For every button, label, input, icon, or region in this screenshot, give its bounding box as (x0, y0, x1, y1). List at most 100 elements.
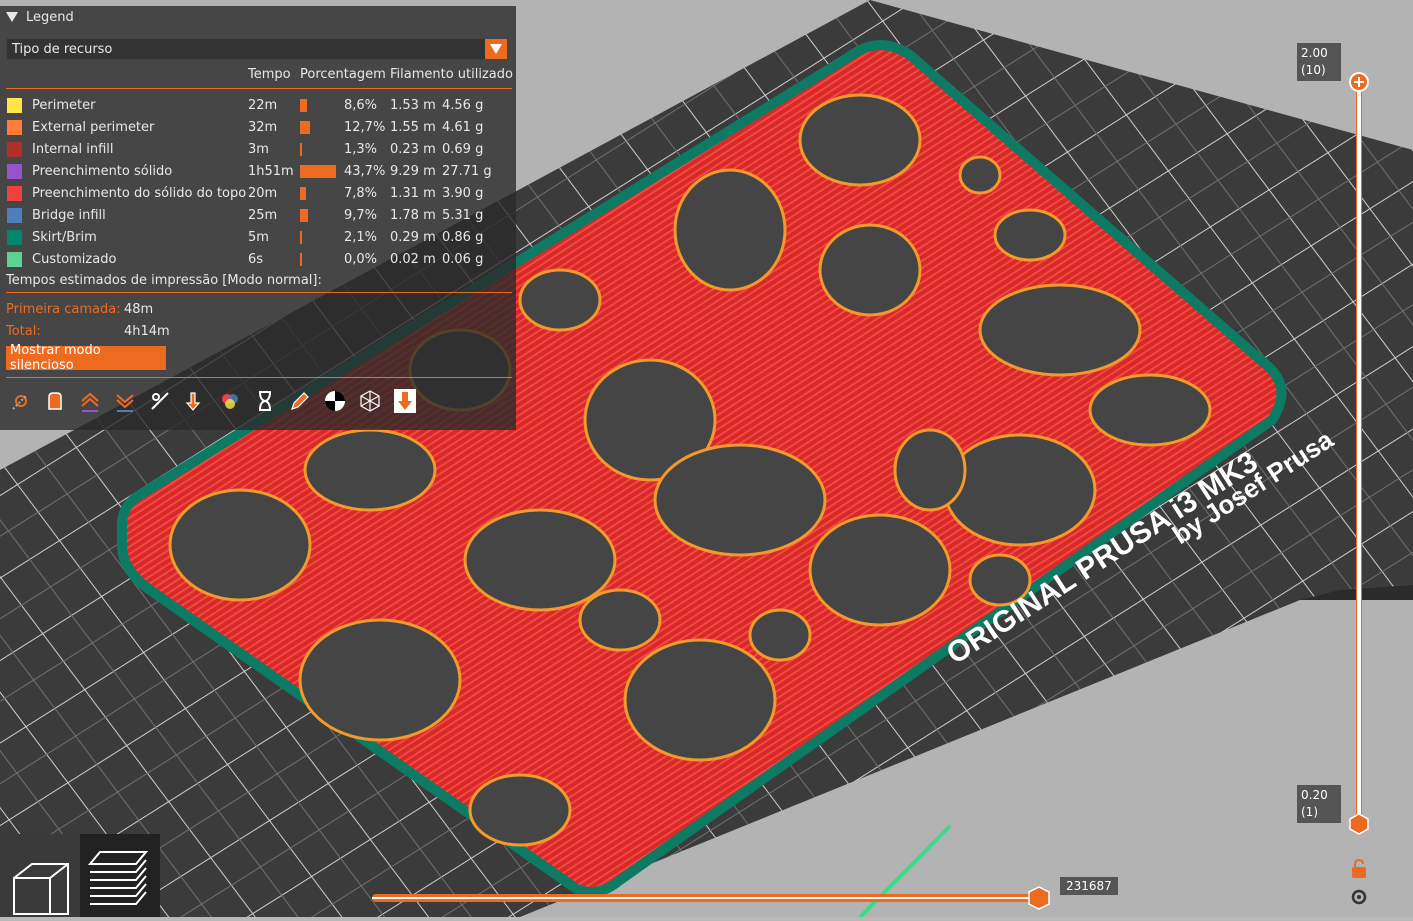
feature-name: External perimeter (32, 120, 155, 135)
color-swatch (7, 142, 22, 157)
percent-bar (300, 209, 308, 222)
legend-row[interactable]: External perimeter 32m 12,7% 1.55 m 4.61 g (0, 117, 516, 139)
bottom-layer-number: (1) (1301, 805, 1318, 819)
feature-name: Bridge infill (32, 208, 106, 223)
color-swatch (7, 186, 22, 201)
feature-time: 32m (248, 120, 278, 135)
custom-gcode-icon[interactable] (285, 386, 315, 416)
feature-weight: 0.86 g (442, 230, 484, 245)
feature-length: 0.29 m (390, 230, 436, 245)
center-of-gravity-icon[interactable] (320, 386, 350, 416)
options-toolbar (6, 386, 514, 418)
total-value: 4h14m (124, 324, 170, 339)
feature-time: 1h51m (248, 164, 294, 179)
feature-length: 0.23 m (390, 142, 436, 157)
feature-length: 1.31 m (390, 186, 436, 201)
percent-bar (300, 187, 307, 200)
column-header-percent: Porcentagem (300, 67, 386, 82)
toolbar-separator (6, 377, 512, 378)
feature-name: Internal infill (32, 142, 114, 157)
feature-name: Preenchimento do sólido do topo (32, 186, 247, 201)
feature-length: 0.02 m (390, 252, 436, 267)
feature-time: 5m (248, 230, 269, 245)
feature-name: Customizado (32, 252, 117, 267)
feature-time: 6s (248, 252, 264, 267)
deretractions-icon[interactable] (75, 386, 105, 416)
view-type-value: Tipo de recurso (12, 42, 113, 57)
feature-length: 1.78 m (390, 208, 436, 223)
legend-title: Legend (26, 9, 74, 25)
pause-icon[interactable] (250, 386, 280, 416)
settings-cog-icon[interactable] (1349, 887, 1369, 907)
feature-weight: 4.61 g (442, 120, 484, 135)
legend-row[interactable]: Customizado 6s 0,0% 0.02 m 0.06 g (0, 249, 516, 271)
legend-row[interactable]: Bridge infill 25m 9,7% 1.78 m 5.31 g (0, 205, 516, 227)
top-layer-number: (10) (1301, 63, 1326, 77)
color-swatch (7, 98, 22, 113)
legend-row[interactable]: Preenchimento do sólido do topo 20m 7,8% 1.… (0, 183, 516, 205)
first-layer-label: Primeira camada: (6, 302, 121, 317)
tool-changes-icon[interactable] (180, 386, 210, 416)
percent-bar (300, 143, 302, 156)
feature-length: 9.29 m (390, 164, 436, 179)
feature-percent: 0,0% (344, 252, 378, 267)
feature-name: Preenchimento sólido (32, 164, 173, 179)
feature-weight: 3.90 g (442, 186, 484, 201)
feature-time: 3m (248, 142, 269, 157)
total-label: Total: (6, 324, 41, 339)
layer-slider-top-label: 2.00 (10) (1297, 43, 1341, 81)
first-layer-value: 48m (124, 302, 154, 317)
feature-percent: 8,6% (344, 98, 378, 113)
layer-slider-top-thumb[interactable] (1349, 72, 1369, 92)
wipe-icon[interactable] (110, 386, 140, 416)
legend-header[interactable]: Legend (0, 6, 516, 28)
color-swatch (7, 164, 22, 179)
color-swatch (7, 208, 22, 223)
move-slider-thumb[interactable] (1027, 886, 1051, 910)
feature-name: Perimeter (32, 98, 96, 113)
feature-weight: 0.69 g (442, 142, 484, 157)
legend-row[interactable]: Skirt/Brim 5m 2,1% 0.29 m 0.86 g (0, 227, 516, 249)
feature-time: 20m (248, 186, 278, 201)
color-swatch (7, 230, 22, 245)
dropdown-arrow-icon[interactable] (485, 39, 507, 59)
show-silent-mode-button[interactable]: Mostrar modo silencioso (6, 343, 166, 373)
feature-weight: 4.56 g (442, 98, 484, 113)
feature-time: 25m (248, 208, 278, 223)
lock-icon[interactable] (1349, 858, 1369, 880)
move-slider-track[interactable] (372, 894, 1042, 902)
retractions-icon[interactable] (40, 386, 70, 416)
feature-length: 1.55 m (390, 120, 436, 135)
feature-percent: 2,1% (344, 230, 378, 245)
view-preview-button[interactable] (80, 834, 160, 917)
shells-icon[interactable] (355, 386, 385, 416)
travel-icon[interactable] (6, 386, 36, 416)
header-separator (6, 88, 512, 89)
collapse-triangle-icon[interactable] (6, 12, 18, 22)
percent-bar (300, 231, 302, 244)
legend-row[interactable]: Internal infill 3m 1,3% 0.23 m 0.69 g (0, 139, 516, 161)
layer-slider-bottom-label: 0.20 (1) (1297, 785, 1341, 823)
color-swatch (7, 252, 22, 267)
feature-weight: 5.31 g (442, 208, 484, 223)
legend-row[interactable]: Preenchimento sólido 1h51m 43,7% 9.29 m 27.7… (0, 161, 516, 183)
feature-weight: 27.71 g (442, 164, 492, 179)
feature-percent: 12,7% (344, 120, 386, 135)
percent-bar (300, 121, 311, 134)
view-type-select[interactable]: Tipo de recurso (6, 38, 508, 60)
column-header-time: Tempo (248, 67, 291, 82)
tool-marker-icon[interactable] (390, 386, 420, 416)
feature-percent: 9,7% (344, 208, 378, 223)
color-swatch (7, 120, 22, 135)
seams-icon[interactable] (145, 386, 175, 416)
top-layer-height: 2.00 (1301, 46, 1328, 60)
color-changes-icon[interactable] (215, 386, 245, 416)
view-3d-button[interactable] (0, 834, 80, 917)
layer-slider-track[interactable] (1356, 82, 1362, 824)
feature-length: 1.53 m (390, 98, 436, 113)
feature-time: 22m (248, 98, 278, 113)
legend-row[interactable]: Perimeter 22m 8,6% 1.53 m 4.56 g (0, 95, 516, 117)
layer-slider-bottom-thumb[interactable] (1349, 813, 1369, 835)
legend-panel: Legend Tipo de recurso Tempo Porcentagem… (0, 6, 516, 430)
feature-weight: 0.06 g (442, 252, 484, 267)
